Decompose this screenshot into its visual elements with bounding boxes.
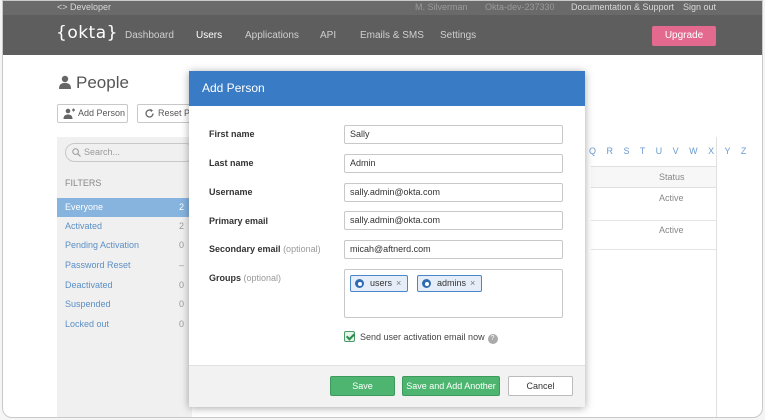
group-chip-label: users xyxy=(370,278,393,288)
add-person-icon xyxy=(63,108,75,119)
search-input[interactable]: Search... xyxy=(65,143,195,162)
primary-email-field[interactable]: sally.admin@okta.com xyxy=(344,211,563,230)
upgrade-button[interactable]: Upgrade xyxy=(652,26,716,46)
primary-email-label: Primary email xyxy=(209,216,268,226)
add-person-label: Add Person xyxy=(78,108,126,118)
filter-count: 0 xyxy=(178,280,184,290)
secondary-email-field[interactable]: micah@aftnerd.com xyxy=(344,240,563,259)
label-text: First name xyxy=(209,129,255,139)
save-and-add-another-button[interactable]: Save and Add Another xyxy=(402,376,500,396)
okta-logo[interactable]: {okta} xyxy=(56,23,118,43)
filter-label: Everyone xyxy=(65,202,104,212)
row-divider xyxy=(591,220,716,221)
nav-emails-sms[interactable]: Emails & SMS xyxy=(360,30,424,41)
filter-deactivated[interactable]: Deactivated 0 xyxy=(57,276,190,295)
group-chip-label: admins xyxy=(437,278,467,288)
username-label: Username xyxy=(209,187,253,197)
groups-field[interactable]: users × admins × xyxy=(344,269,563,318)
modal-title: Add Person xyxy=(189,71,585,106)
nav-users[interactable]: Users xyxy=(196,30,222,41)
status-column-header[interactable]: Status xyxy=(591,166,716,188)
label-text: Groups xyxy=(209,273,242,283)
main-navbar: {okta} Dashboard Users Applications API … xyxy=(3,15,762,55)
filter-pending-activation[interactable]: Pending Activation 0 xyxy=(57,236,190,255)
secondary-email-label: Secondary email (optional) xyxy=(209,244,321,254)
filters-label: FILTERS xyxy=(65,178,102,188)
label-text: Secondary email xyxy=(209,244,281,254)
alphabet-filter[interactable]: Q R S T U V W X Y Z xyxy=(589,146,750,156)
group-chip-users[interactable]: users × xyxy=(350,275,409,292)
app-window: <> Developer M. Silverman Okta-dev-23733… xyxy=(2,0,763,418)
add-person-button[interactable]: Add Person xyxy=(57,104,128,123)
group-icon xyxy=(422,279,431,288)
filter-label: Deactivated xyxy=(65,280,113,290)
filter-count: 0 xyxy=(178,299,184,309)
sign-out-link[interactable]: Sign out xyxy=(683,2,716,12)
cancel-button[interactable]: Cancel xyxy=(508,376,573,396)
filter-count: 2 xyxy=(178,221,184,231)
username-field[interactable]: sally.admin@okta.com xyxy=(344,183,563,202)
filter-label: Password Reset xyxy=(65,260,131,270)
filter-label: Pending Activation xyxy=(65,240,140,250)
add-person-modal: Add Person First name Sally Last name Ad… xyxy=(189,71,585,407)
nav-dashboard[interactable]: Dashboard xyxy=(125,30,174,41)
modal-footer: Save Save and Add Another Cancel xyxy=(189,365,585,407)
nav-settings[interactable]: Settings xyxy=(440,30,476,41)
status-cell: Active xyxy=(659,193,684,203)
group-icon xyxy=(355,279,364,288)
top-utility-bar: <> Developer M. Silverman Okta-dev-23733… xyxy=(3,1,762,15)
remove-group-icon[interactable]: × xyxy=(396,278,401,288)
filter-label: Suspended xyxy=(65,299,111,309)
save-button[interactable]: Save xyxy=(330,376,395,396)
documentation-link[interactable]: Documentation & Support xyxy=(571,2,674,12)
page-title: People xyxy=(58,73,129,93)
remove-group-icon[interactable]: × xyxy=(470,278,475,288)
nav-applications[interactable]: Applications xyxy=(245,30,299,41)
optional-hint: (optional) xyxy=(283,244,321,254)
filter-count: – xyxy=(178,260,184,270)
last-name-field[interactable]: Admin xyxy=(344,154,563,173)
refresh-icon xyxy=(145,108,154,118)
row-divider xyxy=(591,249,716,250)
label-text: Username xyxy=(209,187,253,197)
filter-everyone[interactable]: Everyone 2 xyxy=(57,198,190,217)
filter-count: 0 xyxy=(178,240,184,250)
filter-count: 0 xyxy=(178,319,184,329)
developer-link[interactable]: <> Developer xyxy=(57,2,111,12)
send-activation-label: Send user activation email now? xyxy=(360,332,498,344)
content-border xyxy=(716,137,717,417)
search-placeholder: Search... xyxy=(84,147,121,157)
filter-label: Locked out xyxy=(65,319,110,329)
send-activation-checkbox[interactable] xyxy=(344,331,355,342)
first-name-label: First name xyxy=(209,129,255,139)
filter-label: Activated xyxy=(65,221,103,231)
send-activation-text: Send user activation email now xyxy=(360,332,485,342)
search-icon xyxy=(72,148,81,157)
status-cell: Active xyxy=(659,225,684,235)
filter-suspended[interactable]: Suspended 0 xyxy=(57,295,190,314)
label-text: Primary email xyxy=(209,216,269,226)
user-name[interactable]: M. Silverman xyxy=(415,2,468,12)
filter-count: 2 xyxy=(178,202,184,212)
page-title-text: People xyxy=(76,73,129,92)
help-icon[interactable]: ? xyxy=(487,334,498,344)
optional-hint: (optional) xyxy=(243,273,282,283)
group-chip-admins[interactable]: admins × xyxy=(417,275,483,292)
last-name-label: Last name xyxy=(209,158,254,168)
label-text: Last name xyxy=(209,158,254,168)
filter-locked-out[interactable]: Locked out 0 xyxy=(57,315,190,334)
filter-password-reset[interactable]: Password Reset – xyxy=(57,256,190,275)
first-name-field[interactable]: Sally xyxy=(344,125,563,144)
person-icon xyxy=(58,74,72,89)
groups-label: Groups (optional) xyxy=(209,273,281,283)
filter-activated[interactable]: Activated 2 xyxy=(57,217,190,236)
nav-api[interactable]: API xyxy=(320,30,336,41)
org-name: Okta-dev-237330 xyxy=(485,2,555,12)
